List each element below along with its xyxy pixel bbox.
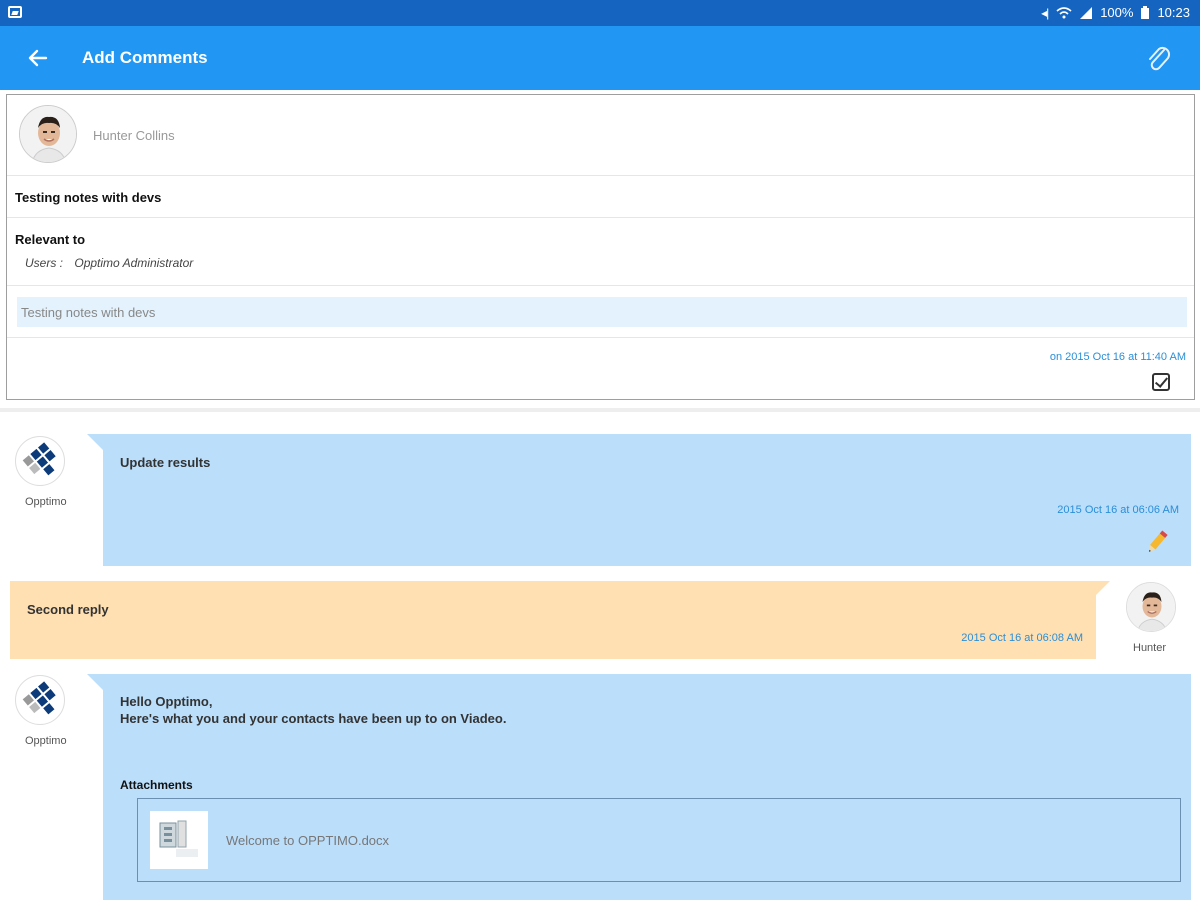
avatar — [1126, 582, 1176, 632]
relevant-users: Users : Opptimo Administrator — [25, 256, 193, 270]
users-label: Users : — [25, 256, 64, 270]
divider — [7, 217, 1194, 218]
comment-bubble: Update results 2015 Oct 16 at 06:06 AM — [87, 434, 1191, 566]
relevant-to-heading: Relevant to — [15, 232, 86, 247]
note-body: Testing notes with devs — [17, 297, 1187, 327]
comment-author: Hunter — [1133, 642, 1167, 654]
opptimo-logo — [15, 436, 65, 486]
wifi-icon — [1056, 6, 1072, 18]
note-card: Hunter Collins Testing notes with devs R… — [6, 94, 1195, 400]
clock: 10:23 — [1157, 5, 1190, 20]
opptimo-logo — [15, 675, 65, 725]
attachment-item[interactable]: Welcome to OPPTIMO.docx — [137, 798, 1181, 882]
app-bar: Add Comments — [0, 26, 1200, 90]
comment-text-line1: Hello Opptimo, — [120, 694, 213, 709]
comment-bubble: Hello Opptimo, Here's what you and your … — [87, 674, 1191, 900]
page-title: Add Comments — [82, 48, 208, 67]
attachment-filename: Welcome to OPPTIMO.docx — [226, 833, 390, 848]
pencil-icon[interactable] — [1145, 530, 1169, 556]
note-timestamp: on 2015 Oct 16 at 11:40 AM — [1049, 351, 1186, 363]
divider — [7, 337, 1194, 338]
comment-author: Opptimo — [25, 496, 67, 508]
gallery-icon — [8, 6, 22, 18]
paperclip-icon[interactable] — [1144, 42, 1174, 74]
comment-timestamp: 2015 Oct 16 at 06:06 AM — [1057, 504, 1179, 516]
comment-text: Update results — [120, 455, 211, 470]
users-value: Opptimo Administrator — [74, 256, 194, 270]
note-author: Hunter Collins — [93, 128, 175, 143]
mute-icon: ◂| — [1041, 5, 1049, 20]
comment-bubble: Second reply 2015 Oct 16 at 06:08 AM — [10, 581, 1110, 659]
divider — [7, 175, 1194, 176]
comment-timestamp: 2015 Oct 16 at 06:08 AM — [961, 632, 1083, 644]
battery-icon — [1141, 6, 1150, 19]
section-divider — [0, 408, 1200, 412]
document-icon — [150, 811, 208, 869]
divider — [7, 285, 1194, 286]
attachments-heading: Attachments — [120, 778, 193, 792]
comment-text: Second reply — [27, 602, 109, 617]
status-icons: ◂| 100% 10:23 — [1041, 5, 1190, 20]
comment-text-line2: Here's what you and your contacts have b… — [120, 711, 507, 726]
checkbox-icon[interactable] — [1152, 373, 1170, 391]
battery-percent: 100% — [1100, 5, 1134, 20]
status-bar: ◂| 100% 10:23 — [0, 0, 1200, 26]
comment-author: Opptimo — [25, 735, 67, 747]
note-subject: Testing notes with devs — [15, 190, 162, 205]
avatar — [19, 105, 77, 163]
signal-icon — [1080, 6, 1093, 19]
back-arrow-icon[interactable] — [24, 44, 52, 72]
